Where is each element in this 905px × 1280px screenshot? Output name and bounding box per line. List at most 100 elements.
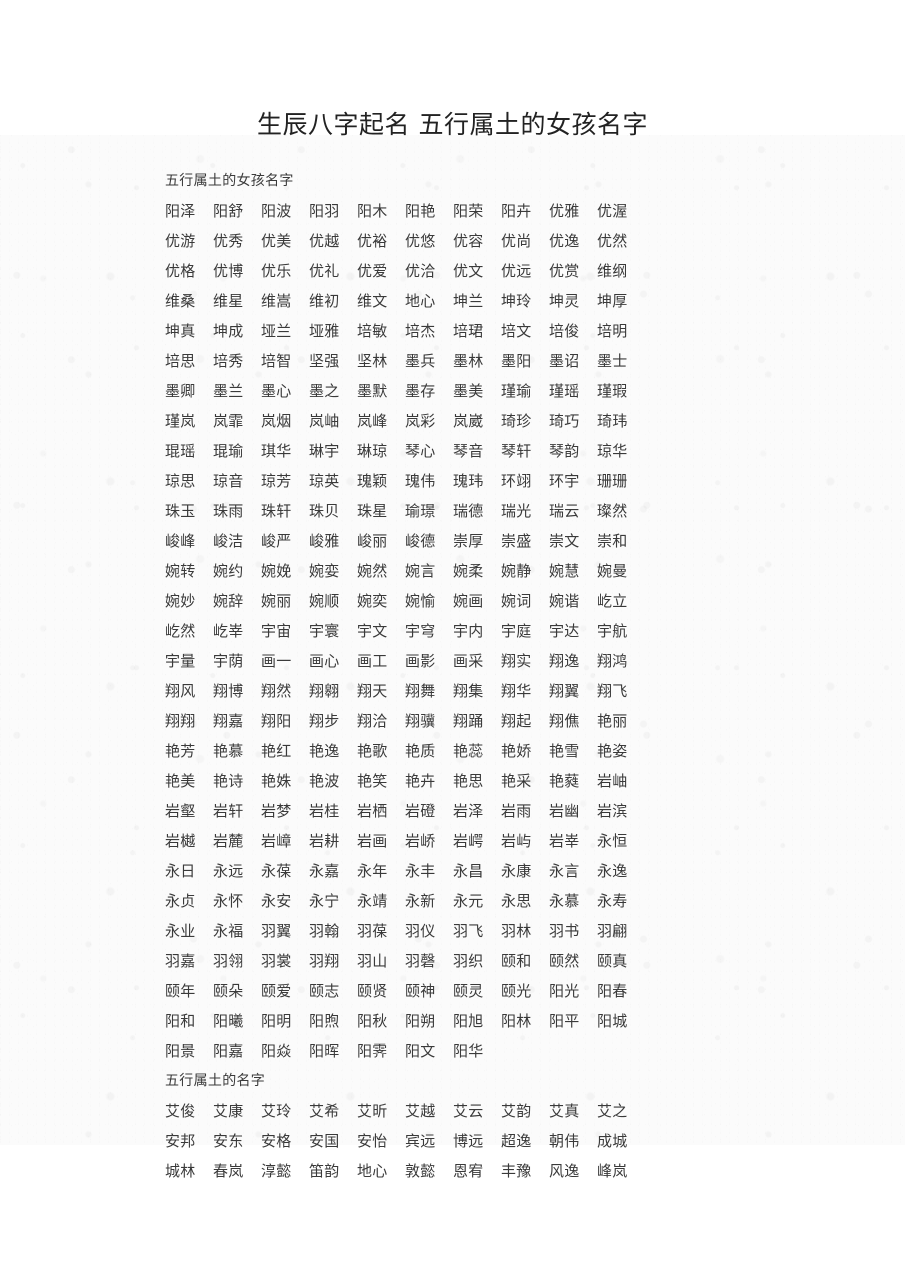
name-cell: 婉静 [501,562,532,580]
name-cell: 琴轩 [501,442,532,460]
name-cell: 羽翰 [309,922,340,940]
name-cell: 琴韵 [549,442,580,460]
name-cell: 永元 [453,892,484,910]
name-cell: 垭兰 [261,322,292,340]
name-cell: 优美 [261,232,292,250]
name-cell: 阳景 [165,1042,196,1060]
name-cell: 瑜璟 [405,502,436,520]
name-cell: 阳泽 [165,202,196,220]
name-cell: 阳春 [597,982,628,1000]
name-cell: 翔僬 [549,712,580,730]
name-cell: 艳姿 [597,742,628,760]
name-cell: 阳晖 [309,1042,340,1060]
name-cell: 岩耕 [309,832,340,850]
name-cell: 培俊 [549,322,580,340]
name-cell: 宇内 [453,622,484,640]
name-cell: 翔华 [501,682,532,700]
name-cell: 艾康 [213,1102,244,1120]
name-cell: 婉愉 [405,592,436,610]
name-cell: 珠轩 [261,502,292,520]
name-cell: 翔起 [501,712,532,730]
name-cell: 地心 [357,1162,388,1180]
name-cell: 羽飞 [453,922,484,940]
name-cell: 宾远 [405,1132,436,1150]
name-cell: 颐然 [549,952,580,970]
name-cell: 培智 [261,352,292,370]
name-cell: 翔舞 [405,682,436,700]
name-cell: 翔博 [213,682,244,700]
name-cell: 艳慕 [213,742,244,760]
name-cell: 峻雅 [309,532,340,550]
name-cell-empty [597,1036,645,1066]
name-cell: 翔集 [453,682,484,700]
name-cell: 屹峷 [213,622,244,640]
name-cell: 羽山 [357,952,388,970]
name-cell: 墨默 [357,382,388,400]
name-cell: 画一 [261,652,292,670]
name-cell: 羽林 [501,922,532,940]
name-cell: 阳卉 [501,202,532,220]
name-cell: 培珺 [453,322,484,340]
name-cell: 艾云 [453,1102,484,1120]
name-cell: 岩樾 [165,832,196,850]
name-cell: 墨诏 [549,352,580,370]
name-cell: 永安 [261,892,292,910]
name-cell: 璨然 [597,502,628,520]
name-cell: 岚烟 [261,412,292,430]
name-cell: 永恒 [597,832,628,850]
name-cell: 岚彩 [405,412,436,430]
name-cell: 宇量 [165,652,196,670]
name-cell: 峻严 [261,532,292,550]
name-cell: 颐朵 [213,982,244,1000]
name-cell: 阳明 [261,1012,292,1030]
name-cell: 安格 [261,1132,292,1150]
name-cell: 阳华 [453,1042,484,1060]
name-cell: 翔嘉 [213,712,244,730]
name-cell: 瑞云 [549,502,580,520]
name-cell: 春岚 [213,1162,244,1180]
name-cell: 婉丽 [261,592,292,610]
name-cell: 笛韵 [309,1162,340,1180]
name-cell: 岩磴 [405,802,436,820]
name-cell: 艳丽 [597,712,628,730]
name-cell: 颐光 [501,982,532,1000]
name-cell: 坚强 [309,352,340,370]
name-cell: 宇庭 [501,622,532,640]
name-cell: 维纲 [597,262,628,280]
name-cell: 婉顺 [309,592,340,610]
name-cell: 阳波 [261,202,292,220]
name-cell: 墨卿 [165,382,196,400]
document-page: 生辰八字起名 五行属土的女孩名字 五行属土的女孩名字 阳泽 阳舒 阳波 阳羽 阳木 阳艳 阳荣… [0,0,905,1280]
name-cell: 瑰颖 [357,472,388,490]
name-cell: 维桑 [165,292,196,310]
name-cell: 永葆 [261,862,292,880]
name-cell: 优越 [309,232,340,250]
name-cell: 宇穹 [405,622,436,640]
name-cell: 丰豫 [501,1162,532,1180]
name-cell: 艳蕊 [453,742,484,760]
name-cell: 墨之 [309,382,340,400]
name-cell: 朝伟 [549,1132,580,1150]
name-cell: 崇和 [597,532,628,550]
name-cell: 城林 [165,1162,196,1180]
name-cell: 婉转 [165,562,196,580]
name-cell: 优悠 [405,232,436,250]
name-cell: 羽嘉 [165,952,196,970]
name-cell: 优洽 [405,262,436,280]
name-cell: 岚霏 [213,412,244,430]
name-cell: 岩滨 [597,802,628,820]
name-cell: 安东 [213,1132,244,1150]
name-cell: 峻丽 [357,532,388,550]
name-cell: 艾之 [597,1102,628,1120]
name-cell: 瑾瑕 [597,382,628,400]
name-cell: 岩峤 [405,832,436,850]
name-cell: 墨士 [597,352,628,370]
name-cell: 永年 [357,862,388,880]
name-cell: 翔翔 [165,712,196,730]
name-cell: 颐真 [597,952,628,970]
name-cell: 珠星 [357,502,388,520]
name-cell: 琼芳 [261,472,292,490]
name-cell: 岩壑 [165,802,196,820]
name-cell: 艳蕤 [549,772,580,790]
name-cell: 艳卉 [405,772,436,790]
